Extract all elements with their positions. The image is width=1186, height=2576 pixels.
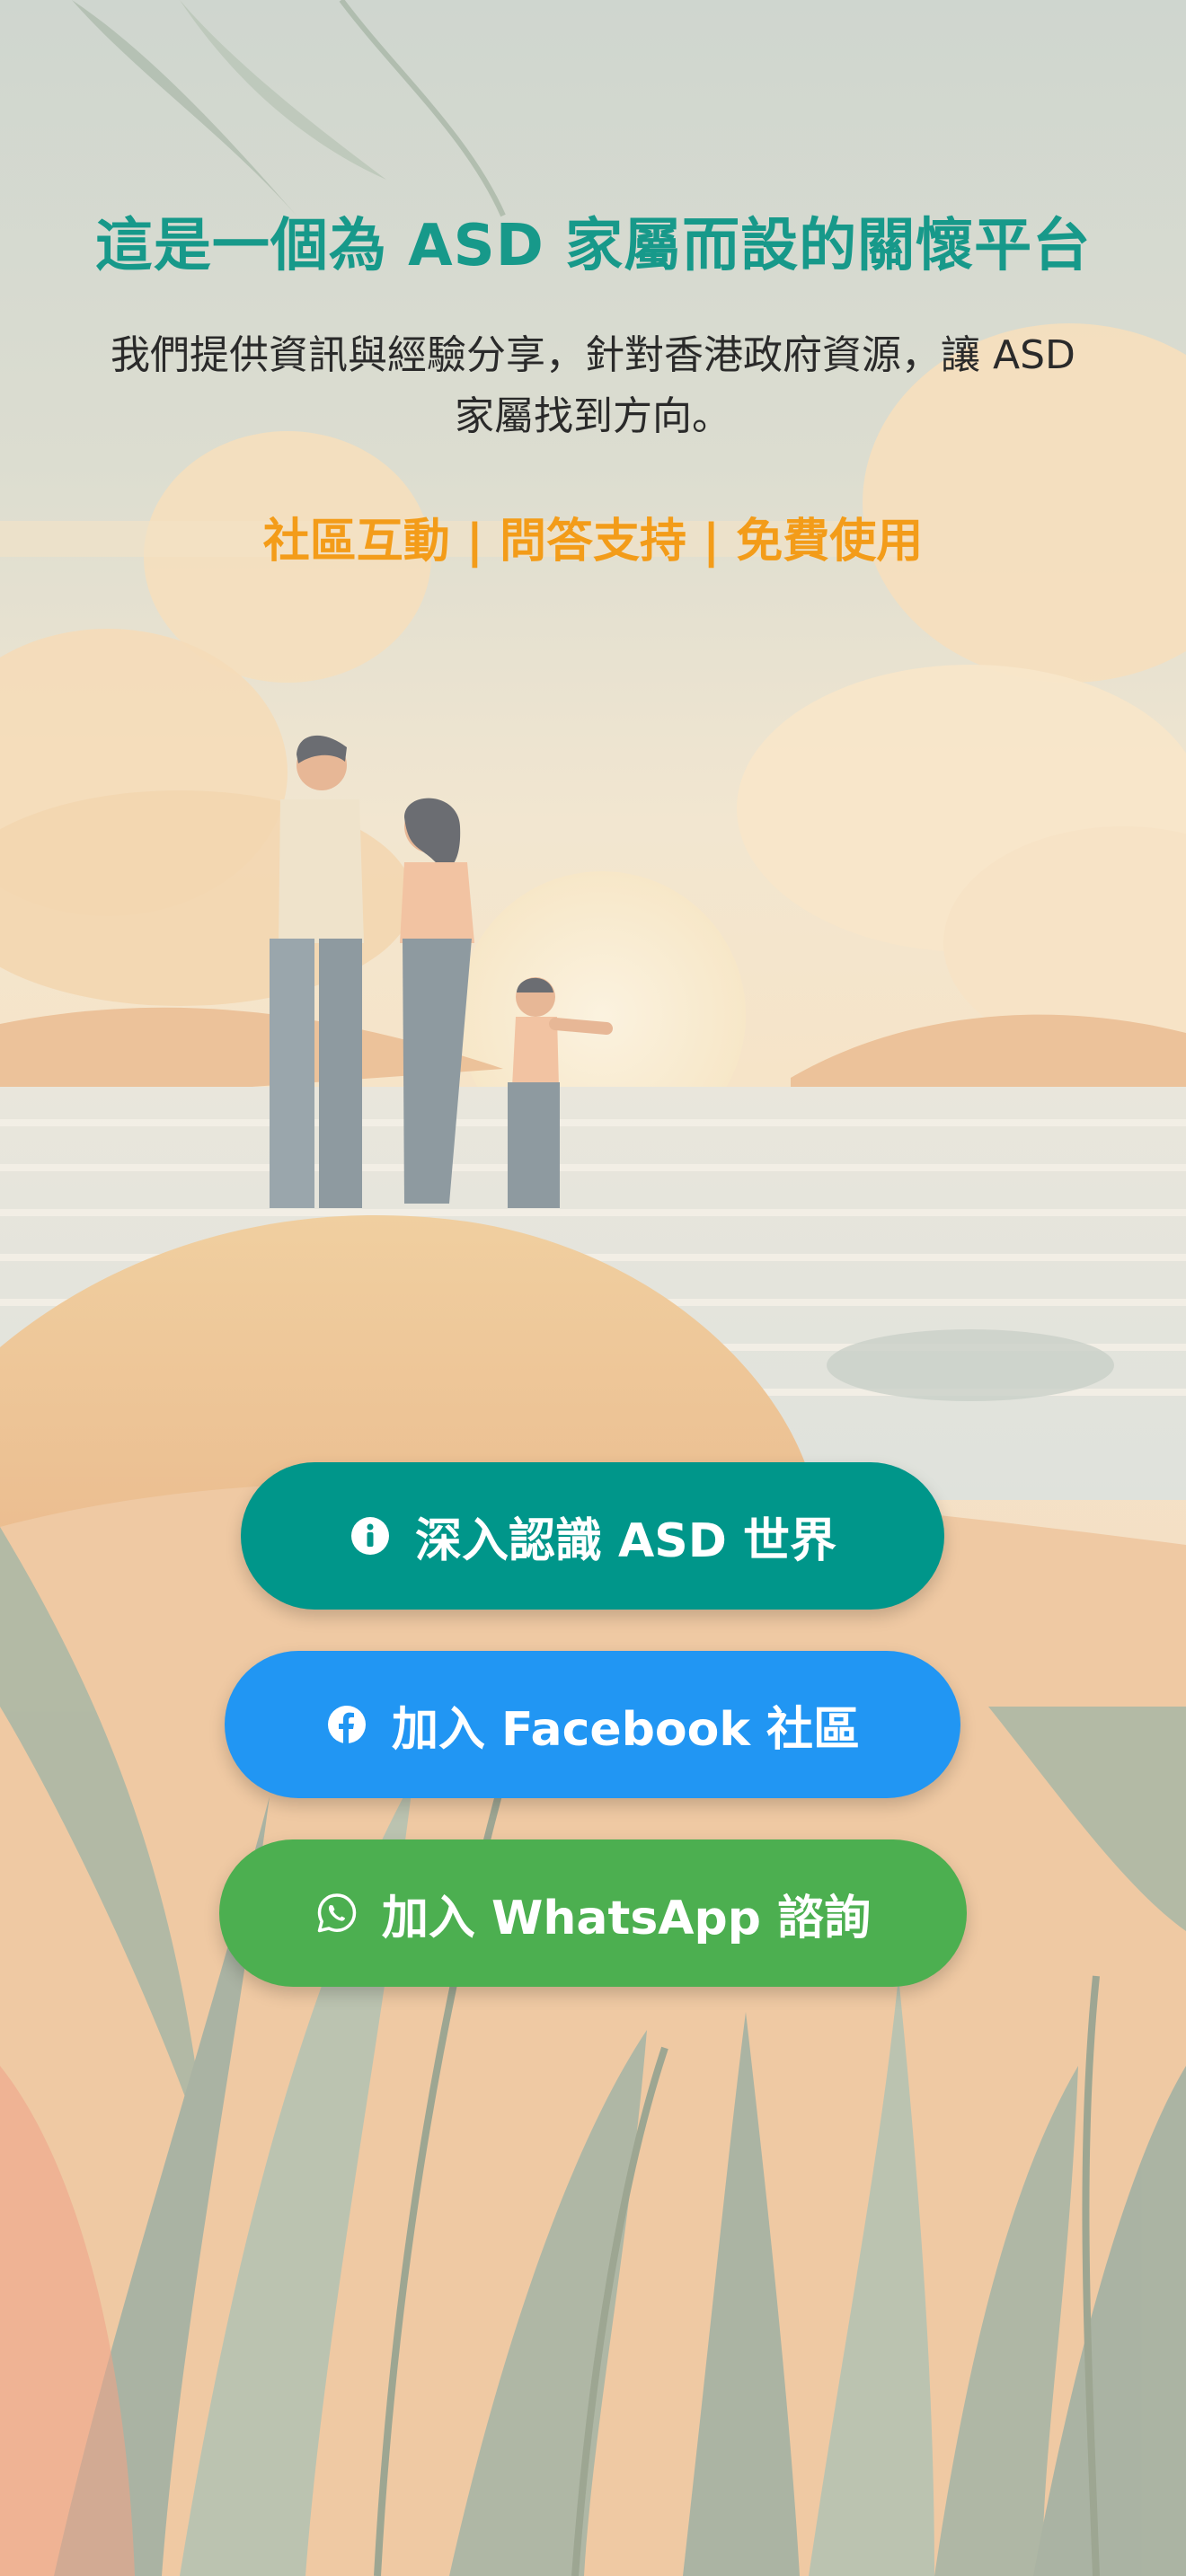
join-whatsapp-button[interactable]: 加入 WhatsApp 諮詢 bbox=[219, 1839, 967, 1987]
join-facebook-button-label: 加入 Facebook 社區 bbox=[391, 1702, 861, 1757]
learn-asd-button[interactable]: 深入認識 ASD 世界 bbox=[241, 1462, 944, 1610]
subtitle-line-1: 我們提供資訊與經驗分享，針對香港政府資源，讓 ASD bbox=[111, 332, 1075, 378]
page-subtitle: 我們提供資訊與經驗分享，針對香港政府資源，讓 ASD 家屬找到方向。 bbox=[54, 325, 1132, 447]
join-facebook-button[interactable]: 加入 Facebook 社區 bbox=[225, 1651, 960, 1798]
info-circle-icon bbox=[349, 1514, 392, 1557]
learn-asd-button-label: 深入認識 ASD 世界 bbox=[414, 1513, 837, 1568]
feature-tagline: 社區互動 | 問答支持 | 免費使用 bbox=[262, 515, 924, 569]
facebook-icon bbox=[325, 1703, 368, 1746]
subtitle-line-2: 家屬找到方向。 bbox=[455, 393, 731, 439]
page-title: 這是一個為 ASD 家屬而設的關懷平台 bbox=[94, 213, 1092, 279]
join-whatsapp-button-label: 加入 WhatsApp 諮詢 bbox=[381, 1891, 872, 1945]
hero-section: 這是一個為 ASD 家屬而設的關懷平台 我們提供資訊與經驗分享，針對香港政府資源… bbox=[0, 0, 1186, 2576]
whatsapp-icon bbox=[315, 1892, 358, 1935]
